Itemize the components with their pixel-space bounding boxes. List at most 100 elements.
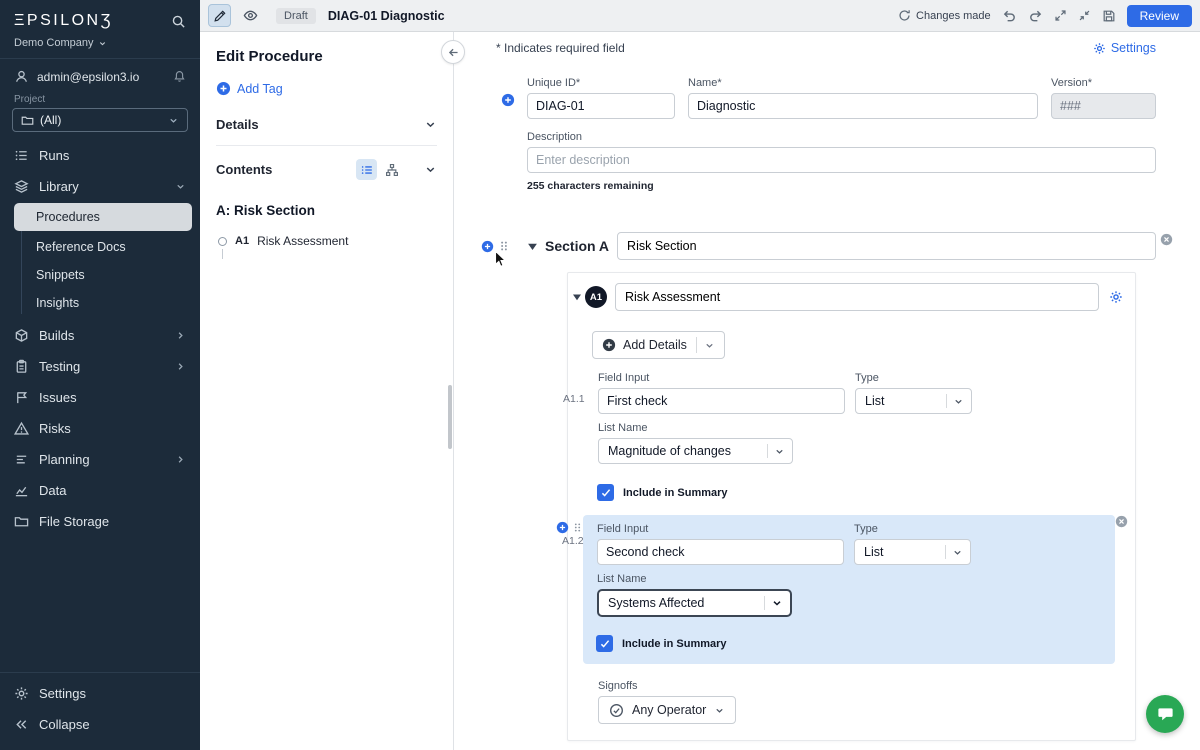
- field-input[interactable]: [597, 539, 844, 565]
- include-summary-checkbox[interactable]: [597, 484, 614, 501]
- sidebar-item-procedures[interactable]: Procedures: [14, 203, 192, 231]
- arrow-left-icon: [448, 48, 458, 56]
- chevron-down-icon: [706, 343, 713, 348]
- contents-section-header: Contents: [216, 146, 437, 193]
- remove-field-button[interactable]: [1115, 515, 1128, 528]
- redo-button[interactable]: [1028, 8, 1043, 23]
- triangle-down-icon: [573, 294, 581, 301]
- chevron-down-icon: [714, 705, 725, 716]
- include-summary-checkbox[interactable]: [596, 635, 613, 652]
- signoffs-area: Signoffs Any Operator: [598, 680, 1123, 724]
- sidebar-item-insights[interactable]: Insights: [0, 289, 200, 317]
- edit-procedure-panel: Edit Procedure Add Tag Details Contents: [200, 32, 465, 750]
- name-input[interactable]: [688, 93, 1038, 119]
- chat-button[interactable]: [1146, 695, 1184, 733]
- step-name-input[interactable]: [615, 283, 1099, 311]
- gear-icon: [1094, 42, 1105, 54]
- section-name-input[interactable]: [617, 232, 1156, 260]
- section-collapse-toggle[interactable]: [527, 241, 538, 252]
- sync-icon: [899, 10, 910, 21]
- type-select[interactable]: List: [854, 539, 971, 565]
- save-icon: [1103, 10, 1115, 21]
- unique-id-label: Unique ID*: [527, 77, 581, 89]
- plus-circle-icon: [216, 81, 231, 96]
- add-header-block-button[interactable]: [501, 93, 515, 107]
- type-select[interactable]: List: [855, 388, 972, 414]
- type-label: Type: [855, 372, 879, 384]
- signoffs-label: Signoffs: [598, 680, 638, 692]
- details-section-toggle[interactable]: Details: [216, 104, 437, 146]
- sidebar-item-data[interactable]: Data: [0, 475, 200, 506]
- save-icon-button[interactable]: [1102, 9, 1116, 23]
- review-button[interactable]: Review: [1126, 4, 1192, 27]
- field-input[interactable]: [598, 388, 845, 414]
- plus-circle-icon: [602, 338, 616, 352]
- tree-item-a1[interactable]: A1 Risk Assessment: [216, 234, 437, 259]
- pencil-icon: [213, 9, 226, 22]
- chat-bubble-icon: [1157, 707, 1173, 720]
- sidebar-item-file-storage[interactable]: File Storage: [0, 506, 200, 537]
- editor-header: * Indicates required field Settings: [496, 41, 1156, 55]
- sidebar-item-library[interactable]: Library: [0, 171, 200, 202]
- collapse-view-button[interactable]: [1078, 9, 1091, 22]
- section-tree-heading[interactable]: A: Risk Section: [216, 203, 437, 218]
- list-name-select-focused[interactable]: Systems Affected: [597, 589, 792, 617]
- signoffs-select[interactable]: Any Operator: [598, 696, 737, 724]
- sidebar-item-risks[interactable]: Risks: [0, 413, 200, 444]
- user-icon: [14, 69, 29, 84]
- description-input[interactable]: [527, 147, 1156, 173]
- chars-remaining: 255 characters remaining: [527, 180, 654, 192]
- version-input: [1051, 93, 1156, 119]
- drag-handle-icon[interactable]: [572, 521, 583, 534]
- unique-id-input[interactable]: [527, 93, 675, 119]
- search-icon[interactable]: [171, 14, 186, 29]
- field-gutter: [556, 521, 583, 534]
- list-view-button[interactable]: [356, 159, 377, 180]
- procedure-title: DIAG-01 Diagnostic: [327, 8, 445, 23]
- hierarchy-icon: [385, 163, 398, 176]
- chevron-down-icon: [774, 446, 785, 457]
- list-name-select[interactable]: Magnitude of changes: [598, 438, 793, 464]
- undo-button[interactable]: [1002, 8, 1017, 23]
- add-tag-button[interactable]: Add Tag: [216, 81, 283, 96]
- project-value: (All): [40, 113, 62, 127]
- chevron-down-icon[interactable]: [424, 163, 437, 176]
- chevron-right-icon: [175, 361, 186, 372]
- company-switcher[interactable]: Demo Company: [0, 34, 200, 59]
- sidebar-item-runs[interactable]: Runs: [0, 140, 200, 171]
- preview-mode-button[interactable]: [239, 4, 262, 27]
- builds-icon: [14, 328, 29, 343]
- procedure-editor: * Indicates required field Settings Uniq…: [454, 32, 1200, 750]
- bell-icon[interactable]: [173, 70, 186, 83]
- field-block-a1-1: A1.1 Field Input Type: [563, 372, 1123, 501]
- company-name: Demo Company: [14, 37, 94, 49]
- step-collapse-toggle[interactable]: [572, 292, 582, 302]
- remove-section-button[interactable]: [1160, 233, 1173, 246]
- panel-scrollbar-thumb[interactable]: [448, 385, 452, 449]
- sidebar-item-collapse[interactable]: Collapse: [0, 709, 200, 740]
- sidebar-item-reference-docs[interactable]: Reference Docs: [0, 233, 200, 261]
- sidebar-item-issues[interactable]: Issues: [0, 382, 200, 413]
- project-select[interactable]: (All): [12, 108, 188, 132]
- settings-link[interactable]: Settings: [1093, 41, 1156, 55]
- user-email: admin@epsilon3.io: [37, 69, 140, 84]
- expand-button[interactable]: [1054, 9, 1067, 22]
- sidebar-item-settings[interactable]: Settings: [0, 678, 200, 709]
- edit-mode-button[interactable]: [208, 4, 231, 27]
- sidebar-item-snippets[interactable]: Snippets: [0, 261, 200, 289]
- sidebar-item-planning[interactable]: Planning: [0, 444, 200, 475]
- drag-handle-icon[interactable]: [498, 239, 510, 253]
- gear-icon: [1110, 291, 1122, 303]
- sidebar-item-testing[interactable]: Testing: [0, 351, 200, 382]
- add-section-button[interactable]: [481, 240, 494, 253]
- step-settings-button[interactable]: [1109, 290, 1123, 304]
- sidebar-footer: Settings Collapse: [0, 672, 200, 750]
- sidebar-item-builds[interactable]: Builds: [0, 320, 200, 351]
- tree-view-button[interactable]: [381, 159, 402, 180]
- eye-icon: [243, 10, 258, 21]
- add-field-button[interactable]: [556, 521, 569, 534]
- add-details-button[interactable]: Add Details: [592, 331, 725, 359]
- check-icon: [600, 639, 609, 648]
- section-card: A1 Add Details: [556, 272, 1136, 741]
- collapse-panel-button[interactable]: [441, 40, 465, 64]
